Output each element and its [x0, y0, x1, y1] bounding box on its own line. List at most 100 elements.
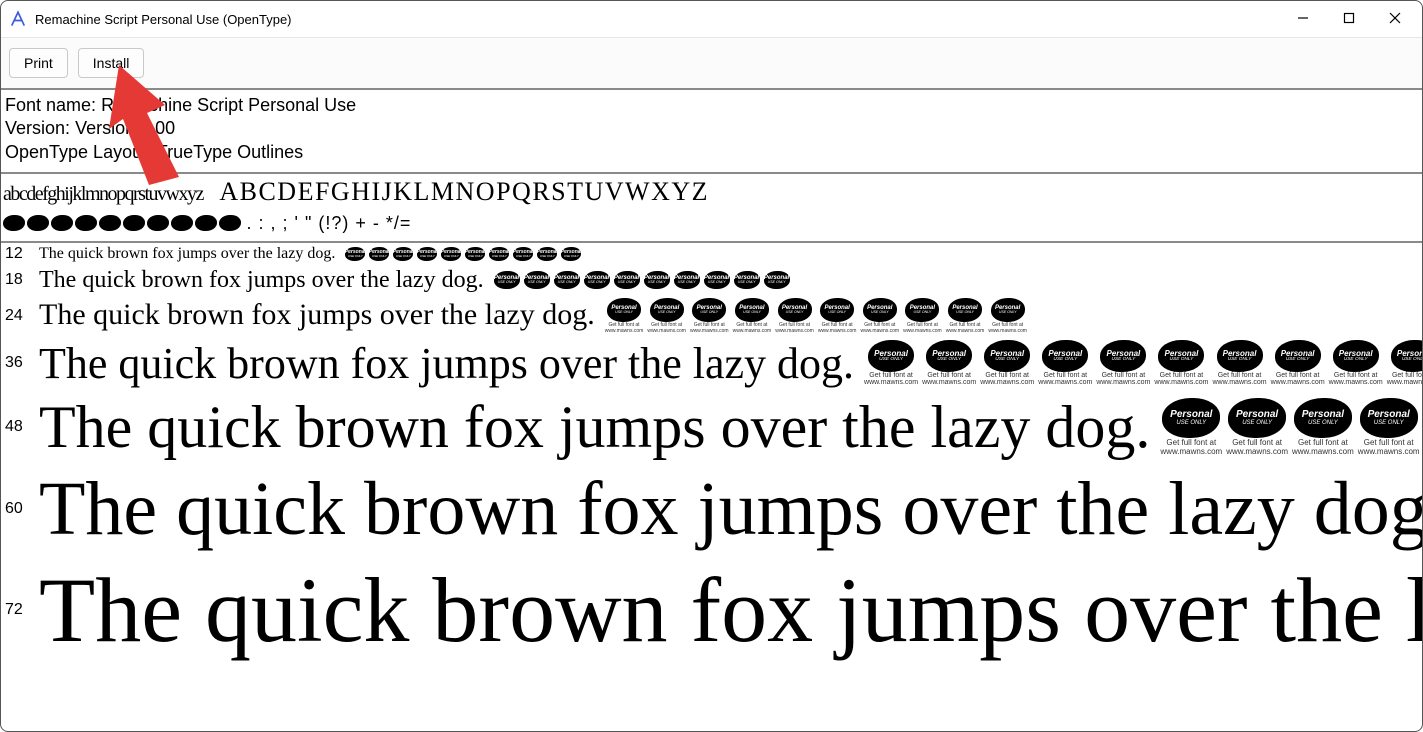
personal-use-badge: PersonalUSE ONLYGet full font atwww.mawn…: [674, 271, 700, 289]
print-button[interactable]: Print: [9, 48, 68, 78]
badge-icon: PersonalUSE ONLY: [820, 298, 854, 322]
badge-caption: Get full font at: [1232, 438, 1282, 447]
personal-use-badge: PersonalUSE ONLYGet full font atwww.mawn…: [1387, 340, 1422, 386]
numeral-badge-icon: [219, 215, 241, 231]
badge-url: www.mawns.com: [605, 328, 644, 334]
sample-text: The quick brown fox jumps over the lazy …: [33, 338, 854, 389]
numeral-badge-icon: [147, 215, 169, 231]
badge-icon: PersonalUSE ONLY: [1158, 340, 1204, 372]
sample-row-72: 72The quick brown fox jumps over the laz…: [1, 555, 1422, 665]
sample-text: The quick brown fox jumps over the lazy …: [33, 393, 1150, 462]
badge-url: www.mawns.com: [1387, 379, 1422, 386]
personal-use-badge: PersonalUSE ONLYGet full font atwww.mawn…: [946, 298, 985, 334]
font-name-line: Font name: Remachine Script Personal Use: [5, 94, 1418, 117]
badge-icon: PersonalUSE ONLY: [948, 298, 982, 322]
badge-url: www.mawns.com: [1329, 379, 1383, 386]
badge-icon: PersonalUSE ONLY: [614, 271, 640, 289]
close-button[interactable]: [1372, 1, 1418, 35]
personal-use-badge: PersonalUSE ONLYGet full font atwww.mawn…: [1213, 340, 1267, 386]
personal-use-badge: PersonalUSE ONLYGet full font atwww.mawn…: [489, 247, 509, 261]
sample-row-12: 12The quick brown fox jumps over the laz…: [1, 243, 1422, 265]
personal-use-badge: PersonalUSE ONLYGet full font atwww.mawn…: [1271, 340, 1325, 386]
badge-url: www.mawns.com: [980, 379, 1034, 386]
personal-use-badge: PersonalUSE ONLYGet full font atwww.mawn…: [614, 271, 640, 289]
install-button[interactable]: Install: [78, 48, 145, 78]
badge-caption: Get full font at: [1044, 372, 1088, 379]
badge-icon: PersonalUSE ONLY: [554, 271, 580, 289]
badge-caption: Get full font at: [1276, 372, 1320, 379]
size-label: 12: [5, 245, 33, 263]
sample-row-60: 60The quick brown fox jumps over the laz…: [1, 464, 1422, 555]
badge-icon: PersonalUSE ONLY: [991, 298, 1025, 322]
badge-url: www.mawns.com: [1160, 447, 1222, 456]
font-info: Font name: Remachine Script Personal Use…: [1, 90, 1422, 174]
badge-icon: PersonalUSE ONLY: [644, 271, 670, 289]
minimize-button[interactable]: [1280, 1, 1326, 35]
numeral-badge-icon: [3, 215, 25, 231]
badge-caption: Get full font at: [1218, 372, 1262, 379]
titlebar: Remachine Script Personal Use (OpenType): [1, 1, 1422, 37]
maximize-button[interactable]: [1326, 1, 1372, 35]
personal-use-badge: PersonalUSE ONLYGet full font atwww.mawn…: [584, 271, 610, 289]
badge-url: www.mawns.com: [1292, 447, 1354, 456]
badge-url: www.mawns.com: [818, 328, 857, 334]
numeral-badge-icon: [171, 215, 193, 231]
badge-caption: Get full font at: [985, 372, 1029, 379]
sample-row-48: 48The quick brown fox jumps over the laz…: [1, 391, 1422, 464]
badge-icon: PersonalUSE ONLY: [704, 271, 730, 289]
badge-icon: PersonalUSE ONLY: [1162, 398, 1220, 438]
personal-use-badge: PersonalUSE ONLYGet full font atwww.mawn…: [369, 247, 389, 261]
personal-use-badge: PersonalUSE ONLYGet full font atwww.mawn…: [1160, 398, 1222, 456]
badge-icon: PersonalUSE ONLY: [369, 247, 389, 261]
sample-row-24: 24The quick brown fox jumps over the laz…: [1, 296, 1422, 336]
badge-icon: PersonalUSE ONLY: [868, 340, 914, 372]
size-label: 48: [5, 418, 33, 436]
badge-url: www.mawns.com: [1096, 379, 1150, 386]
badge-icon: PersonalUSE ONLY: [650, 298, 684, 322]
personal-use-badge: PersonalUSE ONLYGet full font atwww.mawn…: [980, 340, 1034, 386]
sample-text: The quick brown fox jumps over the lazy …: [33, 245, 335, 263]
badge-icon: PersonalUSE ONLY: [417, 247, 437, 261]
badge-icon: PersonalUSE ONLY: [1275, 340, 1321, 372]
badge-group: PersonalUSE ONLYGet full font atwww.mawn…: [494, 271, 790, 289]
sample-text: The quick brown fox jumps over the lazy …: [33, 557, 1422, 663]
personal-use-badge: PersonalUSE ONLYGet full font atwww.mawn…: [561, 247, 581, 261]
personal-use-badge: PersonalUSE ONLYGet full font atwww.mawn…: [860, 298, 899, 334]
badge-url: www.mawns.com: [775, 328, 814, 334]
badge-url: www.mawns.com: [903, 328, 942, 334]
personal-use-badge: PersonalUSE ONLYGet full font atwww.mawn…: [1038, 340, 1092, 386]
version-label: Version:: [5, 118, 70, 138]
size-label: 36: [5, 354, 33, 372]
badge-url: www.mawns.com: [922, 379, 976, 386]
version-value: Version 1.00: [75, 118, 175, 138]
badge-icon: PersonalUSE ONLY: [489, 247, 509, 261]
sample-rows: 12The quick brown fox jumps over the laz…: [1, 243, 1422, 665]
badge-icon: PersonalUSE ONLY: [513, 247, 533, 261]
punctuation: . : , ; ' " (!?) + - */=: [247, 213, 412, 233]
badge-url: www.mawns.com: [860, 328, 899, 334]
badge-icon: PersonalUSE ONLY: [494, 271, 520, 289]
personal-use-badge: PersonalUSE ONLYGet full font atwww.mawn…: [775, 298, 814, 334]
badge-caption: Get full font at: [869, 372, 913, 379]
personal-use-badge: PersonalUSE ONLYGet full font atwww.mawn…: [1096, 340, 1150, 386]
personal-use-badge: PersonalUSE ONLYGet full font atwww.mawn…: [734, 271, 760, 289]
badge-icon: PersonalUSE ONLY: [441, 247, 461, 261]
badge-url: www.mawns.com: [988, 328, 1027, 334]
badge-url: www.mawns.com: [733, 328, 772, 334]
uppercase-alphabet: ABCDEFGHIJKLMNOPQRSTUVWXYZ: [219, 177, 709, 206]
badge-icon: PersonalUSE ONLY: [1228, 398, 1286, 438]
window-title: Remachine Script Personal Use (OpenType): [35, 12, 292, 27]
font-name-value: Remachine Script Personal Use: [101, 95, 356, 115]
numeral-badge-icon: [51, 215, 73, 231]
personal-use-badge: PersonalUSE ONLYGet full font atwww.mawn…: [524, 271, 550, 289]
badge-icon: PersonalUSE ONLY: [1100, 340, 1146, 372]
personal-use-badge: PersonalUSE ONLYGet full font atwww.mawn…: [345, 247, 365, 261]
badge-icon: PersonalUSE ONLY: [778, 298, 812, 322]
personal-use-badge: PersonalUSE ONLYGet full font atwww.mawn…: [1292, 398, 1354, 456]
badge-icon: PersonalUSE ONLY: [1217, 340, 1263, 372]
badge-caption: Get full font at: [1160, 372, 1204, 379]
badge-url: www.mawns.com: [1154, 379, 1208, 386]
badge-icon: PersonalUSE ONLY: [1042, 340, 1088, 372]
badge-url: www.mawns.com: [1038, 379, 1092, 386]
personal-use-badge: PersonalUSE ONLYGet full font atwww.mawn…: [554, 271, 580, 289]
